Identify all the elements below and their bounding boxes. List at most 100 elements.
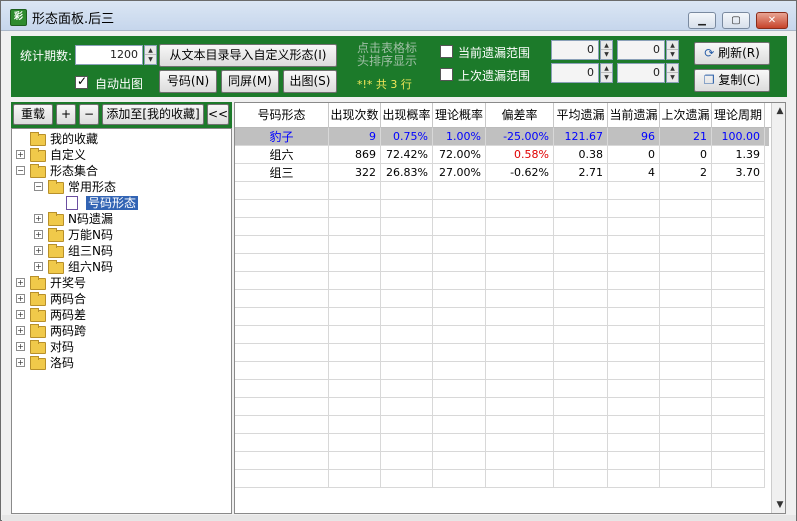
expand-node-icon[interactable]: + bbox=[34, 246, 43, 255]
close-button[interactable]: ✕ bbox=[756, 12, 788, 29]
tree-node-label: 自定义 bbox=[50, 148, 87, 162]
table-cell bbox=[329, 200, 381, 218]
column-header[interactable]: 平均遗漏 bbox=[554, 103, 608, 128]
column-header[interactable]: 出现概率 bbox=[381, 103, 433, 128]
tree-node[interactable]: 号码形态 bbox=[86, 195, 139, 211]
table-row[interactable] bbox=[235, 290, 769, 308]
collapse-node-icon[interactable]: − bbox=[16, 166, 25, 175]
tree-node[interactable]: 自定义 bbox=[50, 147, 86, 163]
column-header[interactable]: 偏差率 bbox=[486, 103, 554, 128]
scroll-up-icon[interactable]: ▲ bbox=[772, 103, 785, 119]
window-title: 形态面板.后三 bbox=[32, 12, 115, 27]
expand-node-icon[interactable]: + bbox=[16, 310, 25, 319]
table-cell bbox=[608, 272, 660, 290]
import-custom-button[interactable]: 从文本目录导入自定义形态(I) bbox=[159, 44, 337, 67]
tree-node[interactable]: 开奖号 bbox=[50, 275, 86, 291]
tree-node[interactable]: 洛码 bbox=[50, 355, 74, 371]
table-row[interactable] bbox=[235, 200, 769, 218]
table-row[interactable]: 组六 869 72.42% 72.00% 0.58% 0.38 0 0 1.39 bbox=[235, 146, 769, 164]
table-cell bbox=[381, 380, 433, 398]
current-miss-to-input[interactable]: 0 bbox=[617, 40, 665, 60]
expand-node-icon[interactable]: + bbox=[16, 278, 25, 287]
table-cell bbox=[381, 326, 433, 344]
expand-node-icon[interactable]: + bbox=[34, 262, 43, 271]
table-cell bbox=[608, 200, 660, 218]
expand-node-icon[interactable]: + bbox=[16, 342, 25, 351]
table-row[interactable] bbox=[235, 452, 769, 470]
tree-node[interactable]: 两码合 bbox=[50, 291, 86, 307]
last-miss-to-input[interactable]: 0 bbox=[617, 63, 665, 83]
table-row[interactable] bbox=[235, 326, 769, 344]
table-cell bbox=[381, 434, 433, 452]
table-cell bbox=[235, 236, 329, 254]
expand-node-icon[interactable]: + bbox=[16, 326, 25, 335]
column-header[interactable]: 当前遗漏 bbox=[608, 103, 660, 128]
last-miss-from-input[interactable]: 0 bbox=[551, 63, 599, 83]
auto-chart-checkbox[interactable] bbox=[75, 74, 88, 89]
expand-node-icon[interactable]: + bbox=[16, 294, 25, 303]
copy-button[interactable]: ❐ 复制(C) bbox=[694, 69, 770, 92]
column-header[interactable]: 上次遗漏 bbox=[660, 103, 712, 128]
expand-node-icon[interactable]: + bbox=[16, 150, 25, 159]
add-favorite-button[interactable]: 添加至[我的收藏] bbox=[102, 104, 204, 125]
table-row[interactable] bbox=[235, 434, 769, 452]
folder-icon bbox=[30, 324, 46, 338]
periods-stepper[interactable]: ▲ ▼ bbox=[144, 45, 157, 65]
maximize-button[interactable]: ▢ bbox=[722, 12, 750, 29]
scroll-down-icon[interactable]: ▼ bbox=[772, 497, 785, 513]
chart-button[interactable]: 出图(S) bbox=[283, 70, 337, 93]
current-miss-from-stepper[interactable]: ▲ ▼ bbox=[600, 40, 613, 60]
table-row[interactable] bbox=[235, 308, 769, 326]
tree-node[interactable]: 我的收藏 bbox=[50, 131, 98, 147]
table-row[interactable] bbox=[235, 272, 769, 290]
table-cell bbox=[381, 398, 433, 416]
hide-panel-button[interactable]: << bbox=[207, 104, 229, 125]
table-row[interactable] bbox=[235, 416, 769, 434]
last-miss-checkbox[interactable] bbox=[440, 68, 453, 81]
tree-node[interactable]: 常用形态 bbox=[68, 179, 116, 195]
number-button[interactable]: 号码(N) bbox=[159, 70, 217, 93]
table-row[interactable]: 豹子 9 0.75% 1.00% -25.00% 121.67 96 21 100.00 bbox=[235, 128, 769, 146]
table-row[interactable] bbox=[235, 344, 769, 362]
expand-button[interactable]: + bbox=[56, 104, 76, 125]
current-miss-to-stepper[interactable]: ▲ ▼ bbox=[666, 40, 679, 60]
table-row[interactable] bbox=[235, 236, 769, 254]
tree-node[interactable]: 两码跨 bbox=[50, 323, 86, 339]
tree-node[interactable]: 对码 bbox=[50, 339, 74, 355]
table-row[interactable] bbox=[235, 380, 769, 398]
expand-node-icon[interactable]: + bbox=[34, 214, 43, 223]
tree-node[interactable]: 组六N码 bbox=[68, 259, 113, 275]
periods-input[interactable]: 1200 bbox=[75, 45, 143, 65]
refresh-button[interactable]: ⟳ 刷新(R) bbox=[694, 42, 770, 65]
table-row[interactable] bbox=[235, 182, 769, 200]
column-header[interactable]: 理论周期 bbox=[712, 103, 765, 128]
tree-node[interactable]: 两码差 bbox=[50, 307, 86, 323]
expand-node-icon[interactable]: + bbox=[34, 230, 43, 239]
column-header[interactable]: 号码形态 bbox=[235, 103, 329, 128]
tree-node[interactable]: N码遗漏 bbox=[68, 211, 113, 227]
minimize-button[interactable]: ▁ bbox=[688, 12, 716, 29]
tree-node[interactable]: 万能N码 bbox=[68, 227, 113, 243]
table-cell bbox=[433, 344, 486, 362]
last-miss-from-stepper[interactable]: ▲ ▼ bbox=[600, 63, 613, 83]
table-cell bbox=[712, 344, 765, 362]
table-row[interactable] bbox=[235, 362, 769, 380]
table-row[interactable] bbox=[235, 398, 769, 416]
column-header[interactable]: 出现次数 bbox=[329, 103, 381, 128]
tree-node[interactable]: 形态集合 bbox=[50, 163, 98, 179]
collapse-tree-button[interactable]: − bbox=[79, 104, 99, 125]
current-miss-from-input[interactable]: 0 bbox=[551, 40, 599, 60]
table-row[interactable]: 组三 322 26.83% 27.00% -0.62% 2.71 4 2 3.70 bbox=[235, 164, 769, 182]
expand-node-icon[interactable]: + bbox=[16, 358, 25, 367]
same-screen-button[interactable]: 同屏(M) bbox=[221, 70, 279, 93]
table-row[interactable] bbox=[235, 218, 769, 236]
collapse-node-icon[interactable]: − bbox=[34, 182, 43, 191]
column-header[interactable]: 理论概率 bbox=[433, 103, 486, 128]
last-miss-to-stepper[interactable]: ▲ ▼ bbox=[666, 63, 679, 83]
current-miss-checkbox[interactable] bbox=[440, 45, 453, 58]
table-row[interactable] bbox=[235, 470, 769, 488]
reload-button[interactable]: 重载 bbox=[13, 104, 53, 125]
table-row[interactable] bbox=[235, 254, 769, 272]
tree-node[interactable]: 组三N码 bbox=[68, 243, 113, 259]
vertical-scrollbar[interactable]: ▲ ▼ bbox=[771, 103, 785, 513]
